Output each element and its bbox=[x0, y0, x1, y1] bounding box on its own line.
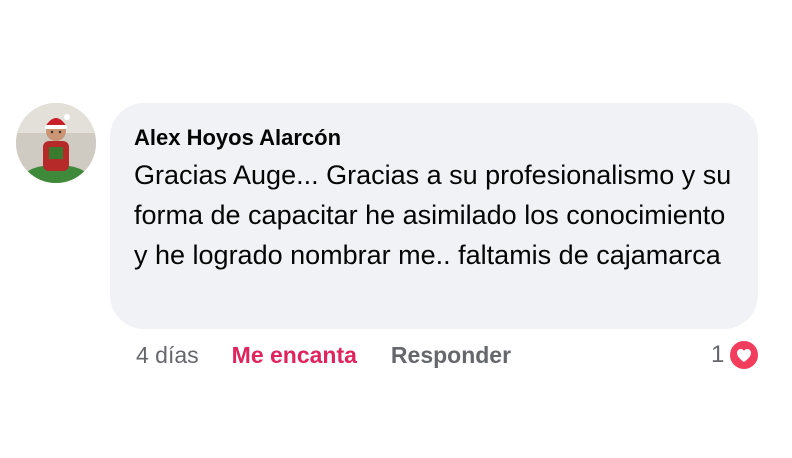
profile-photo-icon bbox=[16, 103, 96, 183]
reaction-count: 1 bbox=[711, 341, 725, 368]
comment-text: Gracias Auge... Gracias a su profesional… bbox=[134, 160, 732, 270]
comment-bubble: Alex Hoyos Alarcón Gracias Auge... Graci… bbox=[110, 103, 758, 329]
love-reaction-button[interactable]: Me encanta bbox=[232, 342, 357, 369]
reaction-summary[interactable]: 1 bbox=[711, 337, 761, 373]
reply-button[interactable]: Responder bbox=[391, 342, 511, 369]
avatar[interactable] bbox=[16, 103, 96, 183]
comment-actions: 4 días Me encanta Responder bbox=[136, 338, 511, 372]
comment-timestamp[interactable]: 4 días bbox=[136, 342, 199, 369]
comment-container: Alex Hoyos Alarcón Gracias Auge... Graci… bbox=[0, 0, 792, 458]
comment-author[interactable]: Alex Hoyos Alarcón bbox=[134, 123, 732, 153]
heart-icon bbox=[728, 339, 761, 371]
